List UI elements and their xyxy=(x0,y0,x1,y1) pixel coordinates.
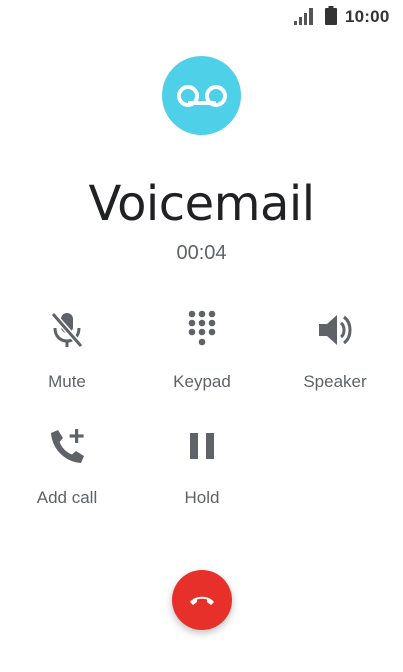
call-duration: 00:04 xyxy=(176,242,227,264)
hold-button[interactable]: Hold xyxy=(142,426,262,508)
speaker-label: Speaker xyxy=(303,372,367,391)
caller-name: Voicemail xyxy=(88,176,315,232)
mute-label: Mute xyxy=(48,372,86,391)
voicemail-icon xyxy=(176,84,227,107)
caller-avatar xyxy=(162,56,241,135)
speaker-button[interactable]: Speaker xyxy=(275,310,395,392)
hold-label: Hold xyxy=(184,488,220,507)
end-call-icon xyxy=(190,596,214,605)
keypad-label: Keypad xyxy=(173,372,231,391)
pause-icon xyxy=(182,426,222,466)
status-clock: 10:00 xyxy=(345,7,390,26)
mute-button[interactable]: Mute xyxy=(7,310,127,392)
add-call-label: Add call xyxy=(36,488,98,507)
add-call-icon xyxy=(47,426,87,466)
battery-icon xyxy=(325,6,337,25)
add-call-button[interactable]: Add call xyxy=(7,426,127,508)
dialpad-icon xyxy=(182,310,222,350)
signal-icon xyxy=(294,8,313,25)
volume-icon xyxy=(315,310,355,350)
mic-off-icon xyxy=(47,310,87,350)
end-call-button[interactable] xyxy=(172,570,232,630)
status-bar: 10:00 xyxy=(0,0,403,32)
keypad-button[interactable]: Keypad xyxy=(142,310,262,392)
